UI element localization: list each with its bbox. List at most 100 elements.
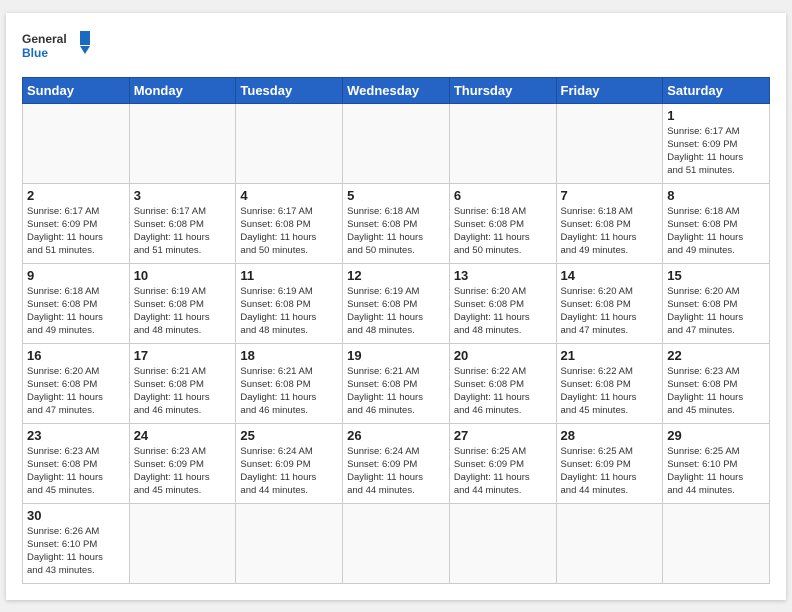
day-number: 30 [27, 508, 125, 523]
calendar-cell [23, 103, 130, 183]
logo: General Blue [22, 29, 92, 67]
calendar-cell: 19 Sunrise: 6:21 AM Sunset: 6:08 PM Dayli… [343, 343, 450, 423]
day-info: Sunrise: 6:23 AM Sunset: 6:08 PM Dayligh… [667, 365, 765, 418]
day-info: Sunrise: 6:25 AM Sunset: 6:10 PM Dayligh… [667, 445, 765, 498]
calendar-cell: 5 Sunrise: 6:18 AM Sunset: 6:08 PM Daylig… [343, 183, 450, 263]
calendar-cell: 15Sunrise: 6:20 AM Sunset: 6:08 PM Dayli… [663, 263, 770, 343]
day-info: Sunrise: 6:18 AM Sunset: 6:08 PM Dayligh… [667, 205, 765, 258]
day-number: 5 [347, 188, 445, 203]
calendar-cell: 20 Sunrise: 6:22 AM Sunset: 6:08 PM Dayli… [449, 343, 556, 423]
day-number: 8 [667, 188, 765, 203]
day-info: Sunrise: 6:25 AM Sunset: 6:09 PM Dayligh… [561, 445, 659, 498]
calendar-cell [236, 103, 343, 183]
day-info: Sunrise: 6:20 AM Sunset: 6:08 PM Dayligh… [27, 365, 125, 418]
day-info: Sunrise: 6:18 AM Sunset: 6:08 PM Dayligh… [454, 205, 552, 258]
calendar-cell: 10Sunrise: 6:19 AM Sunset: 6:08 PM Dayli… [129, 263, 236, 343]
day-number: 7 [561, 188, 659, 203]
calendar-container: General Blue SundayMondayTuesdayWednesda… [6, 13, 786, 600]
calendar-cell: 3Sunrise: 6:17 AM Sunset: 6:08 PM Daylig… [129, 183, 236, 263]
day-number: 23 [27, 428, 125, 443]
day-info: Sunrise: 6:17 AM Sunset: 6:08 PM Dayligh… [240, 205, 338, 258]
svg-text:Blue: Blue [22, 46, 48, 60]
generalblue-logo-icon: General Blue [22, 29, 92, 67]
day-number: 14 [561, 268, 659, 283]
calendar-cell [556, 103, 663, 183]
calendar-cell [556, 503, 663, 583]
weekday-header-sunday: Sunday [23, 77, 130, 103]
calendar-cell: 4 Sunrise: 6:17 AM Sunset: 6:08 PM Daylig… [236, 183, 343, 263]
calendar-cell [129, 103, 236, 183]
day-number: 26 [347, 428, 445, 443]
calendar-cell: 6Sunrise: 6:18 AM Sunset: 6:08 PM Daylig… [449, 183, 556, 263]
day-info: Sunrise: 6:18 AM Sunset: 6:08 PM Dayligh… [347, 205, 445, 258]
svg-text:General: General [22, 32, 67, 46]
calendar-cell: 21 Sunrise: 6:22 AM Sunset: 6:08 PM Dayli… [556, 343, 663, 423]
day-info: Sunrise: 6:21 AM Sunset: 6:08 PM Dayligh… [240, 365, 338, 418]
calendar-cell: 29 Sunrise: 6:25 AM Sunset: 6:10 PM Dayli… [663, 423, 770, 503]
calendar-header: General Blue [22, 29, 770, 67]
day-number: 21 [561, 348, 659, 363]
day-info: Sunrise: 6:18 AM Sunset: 6:08 PM Dayligh… [561, 205, 659, 258]
day-info: Sunrise: 6:19 AM Sunset: 6:08 PM Dayligh… [347, 285, 445, 338]
day-info: Sunrise: 6:22 AM Sunset: 6:08 PM Dayligh… [561, 365, 659, 418]
day-number: 19 [347, 348, 445, 363]
calendar-cell: 9 Sunrise: 6:18 AM Sunset: 6:08 PM Daylig… [23, 263, 130, 343]
calendar-cell [449, 103, 556, 183]
calendar-cell [343, 103, 450, 183]
day-number: 17 [134, 348, 232, 363]
day-info: Sunrise: 6:17 AM Sunset: 6:09 PM Dayligh… [27, 205, 125, 258]
calendar-cell: 28 Sunrise: 6:25 AM Sunset: 6:09 PM Dayli… [556, 423, 663, 503]
calendar-cell: 25 Sunrise: 6:24 AM Sunset: 6:09 PM Dayli… [236, 423, 343, 503]
calendar-cell: 16 Sunrise: 6:20 AM Sunset: 6:08 PM Dayli… [23, 343, 130, 423]
calendar-cell: 24Sunrise: 6:23 AM Sunset: 6:09 PM Dayli… [129, 423, 236, 503]
calendar-cell: 18 Sunrise: 6:21 AM Sunset: 6:08 PM Dayli… [236, 343, 343, 423]
weekday-header-tuesday: Tuesday [236, 77, 343, 103]
calendar-cell [663, 503, 770, 583]
calendar-cell: 13 Sunrise: 6:20 AM Sunset: 6:08 PM Dayli… [449, 263, 556, 343]
day-info: Sunrise: 6:17 AM Sunset: 6:08 PM Dayligh… [134, 205, 232, 258]
day-number: 11 [240, 268, 338, 283]
calendar-cell: 27Sunrise: 6:25 AM Sunset: 6:09 PM Dayli… [449, 423, 556, 503]
calendar-cell [129, 503, 236, 583]
calendar-cell [236, 503, 343, 583]
day-number: 28 [561, 428, 659, 443]
weekday-header-wednesday: Wednesday [343, 77, 450, 103]
weekday-header-friday: Friday [556, 77, 663, 103]
day-info: Sunrise: 6:24 AM Sunset: 6:09 PM Dayligh… [347, 445, 445, 498]
day-number: 1 [667, 108, 765, 123]
day-number: 18 [240, 348, 338, 363]
day-info: Sunrise: 6:20 AM Sunset: 6:08 PM Dayligh… [454, 285, 552, 338]
day-number: 25 [240, 428, 338, 443]
day-info: Sunrise: 6:17 AM Sunset: 6:09 PM Dayligh… [667, 125, 765, 178]
day-info: Sunrise: 6:19 AM Sunset: 6:08 PM Dayligh… [240, 285, 338, 338]
calendar-cell: 7 Sunrise: 6:18 AM Sunset: 6:08 PM Daylig… [556, 183, 663, 263]
calendar-cell: 30 Sunrise: 6:26 AM Sunset: 6:10 PM Dayli… [23, 503, 130, 583]
day-number: 10 [134, 268, 232, 283]
calendar-table: SundayMondayTuesdayWednesdayThursdayFrid… [22, 77, 770, 584]
day-number: 2 [27, 188, 125, 203]
day-number: 29 [667, 428, 765, 443]
calendar-cell: 1 Sunrise: 6:17 AM Sunset: 6:09 PM Daylig… [663, 103, 770, 183]
calendar-cell [449, 503, 556, 583]
day-info: Sunrise: 6:21 AM Sunset: 6:08 PM Dayligh… [134, 365, 232, 418]
day-number: 15 [667, 268, 765, 283]
weekday-header-monday: Monday [129, 77, 236, 103]
day-number: 4 [240, 188, 338, 203]
calendar-cell: 2 Sunrise: 6:17 AM Sunset: 6:09 PM Daylig… [23, 183, 130, 263]
day-info: Sunrise: 6:26 AM Sunset: 6:10 PM Dayligh… [27, 525, 125, 578]
day-info: Sunrise: 6:18 AM Sunset: 6:08 PM Dayligh… [27, 285, 125, 338]
day-info: Sunrise: 6:24 AM Sunset: 6:09 PM Dayligh… [240, 445, 338, 498]
calendar-header-row: SundayMondayTuesdayWednesdayThursdayFrid… [23, 77, 770, 103]
calendar-cell: 8 Sunrise: 6:18 AM Sunset: 6:08 PM Daylig… [663, 183, 770, 263]
day-number: 9 [27, 268, 125, 283]
day-info: Sunrise: 6:21 AM Sunset: 6:08 PM Dayligh… [347, 365, 445, 418]
day-number: 13 [454, 268, 552, 283]
day-number: 12 [347, 268, 445, 283]
day-info: Sunrise: 6:22 AM Sunset: 6:08 PM Dayligh… [454, 365, 552, 418]
day-info: Sunrise: 6:20 AM Sunset: 6:08 PM Dayligh… [561, 285, 659, 338]
day-number: 27 [454, 428, 552, 443]
day-number: 22 [667, 348, 765, 363]
calendar-cell: 11 Sunrise: 6:19 AM Sunset: 6:08 PM Dayli… [236, 263, 343, 343]
day-number: 20 [454, 348, 552, 363]
day-number: 16 [27, 348, 125, 363]
